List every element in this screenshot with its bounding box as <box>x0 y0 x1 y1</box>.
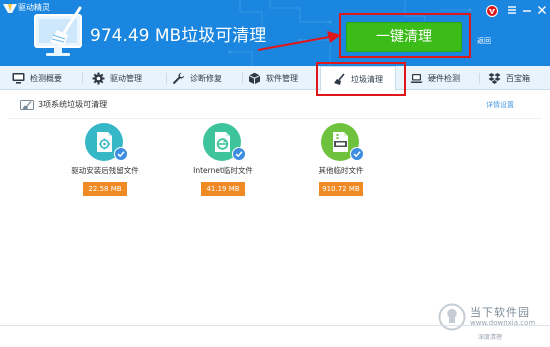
junk-item-internet-temp[interactable]: Internet临时文件 41.19 MB <box>163 123 283 203</box>
back-link[interactable]: 返回 <box>477 36 491 46</box>
broom-monitor-icon <box>34 6 82 56</box>
clean-summary: 974.49 MB垃圾可清理 <box>90 26 267 46</box>
tab-label: 软件管理 <box>266 73 298 83</box>
tab-label: 驱动管理 <box>110 73 142 83</box>
tab-label: 百宝箱 <box>506 73 530 83</box>
tab-label: 检测概要 <box>30 73 62 83</box>
gear-icon <box>92 72 105 84</box>
one-click-clean-button[interactable]: 一键清理 <box>346 22 462 52</box>
check-icon[interactable] <box>232 147 246 161</box>
deep-clean-link[interactable]: 深度清理 <box>478 332 502 341</box>
tab-separator <box>242 73 243 84</box>
minimize-icon[interactable] <box>520 3 534 17</box>
wrench-icon <box>172 72 185 84</box>
divider <box>8 118 542 119</box>
junk-size-badge: 910.72 MB <box>319 182 363 196</box>
junk-item-label: 其他临时文件 <box>318 166 364 175</box>
tab-label: 诊断修复 <box>190 73 222 83</box>
menu-icon[interactable] <box>505 3 519 17</box>
tab-detect-overview[interactable]: 检测概要 <box>12 66 62 90</box>
junk-item-other-temp[interactable]: 其他临时文件 910.72 MB <box>281 123 401 203</box>
nav-tab-bar: 检测概要 驱动管理 诊断修复 软件管理 垃圾清理 硬件检测 百宝箱 <box>0 66 550 91</box>
check-icon[interactable] <box>350 147 364 161</box>
logo-badge-icon <box>489 9 495 14</box>
tab-software-manage[interactable]: 软件管理 <box>248 66 298 90</box>
watermark-logo-icon <box>438 303 466 331</box>
tab-highlight <box>316 62 406 96</box>
tab-toolbox[interactable]: 百宝箱 <box>488 66 530 90</box>
laptop-icon <box>410 73 423 83</box>
logo-icon <box>3 4 17 13</box>
junk-item-label: Internet临时文件 <box>193 166 253 175</box>
watermark-title: 当下软件园 <box>470 306 530 319</box>
tab-label: 硬件检测 <box>428 73 460 83</box>
red-arrow-annotation <box>257 31 341 51</box>
section-title: 3项系统垃圾可清理 <box>38 100 108 109</box>
close-icon[interactable] <box>535 3 549 17</box>
monitor-icon <box>12 72 25 84</box>
tab-separator <box>479 73 480 84</box>
details-settings-link[interactable]: 详情设置 <box>486 99 514 111</box>
broom-section-icon <box>20 100 34 110</box>
tab-driver-manage[interactable]: 驱动管理 <box>92 66 142 90</box>
tab-separator <box>166 73 167 84</box>
footer-divider <box>0 325 550 326</box>
junk-size-badge: 41.19 MB <box>201 182 245 196</box>
junk-item-label: 驱动安装后残留文件 <box>71 166 139 175</box>
notification-badge[interactable] <box>486 5 498 17</box>
tab-diagnose-repair[interactable]: 诊断修复 <box>172 66 222 90</box>
package-icon <box>248 72 261 84</box>
tab-hardware-detect[interactable]: 硬件检测 <box>410 66 460 90</box>
tab-separator <box>82 73 83 84</box>
junk-size-badge: 22.58 MB <box>83 182 127 196</box>
check-icon[interactable] <box>114 147 128 161</box>
junk-item-driver-residue[interactable]: 驱动安装后残留文件 22.58 MB <box>45 123 165 203</box>
dropbox-icon <box>488 72 501 84</box>
